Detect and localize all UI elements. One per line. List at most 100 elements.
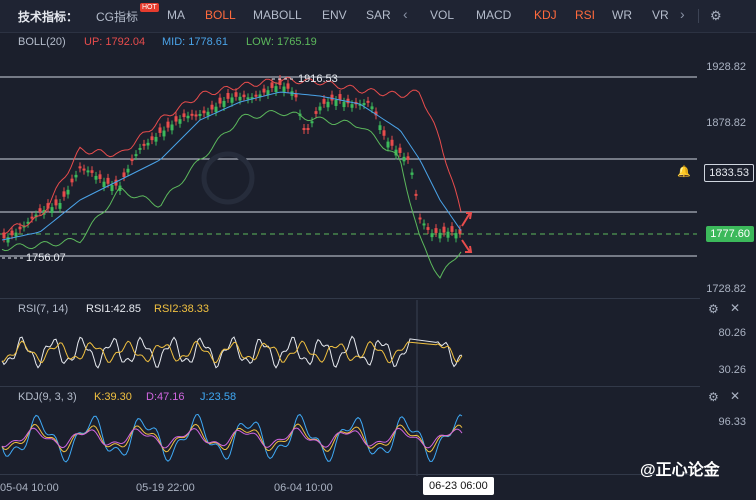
kdj-close-icon[interactable]: ✕ (730, 389, 740, 403)
candle (238, 96, 242, 101)
date-tick: 06-04 10:00 (274, 482, 333, 494)
candle (142, 143, 146, 146)
rsi2-value: RSI2:38.33 (154, 303, 210, 315)
candle (294, 93, 298, 98)
candle (422, 223, 426, 226)
candle (182, 113, 186, 118)
candle (266, 90, 270, 95)
panel-divider (0, 474, 700, 475)
candle (414, 193, 418, 196)
crosshair-date-label: 06-23 06:00 (423, 477, 494, 495)
candle (270, 82, 274, 88)
candle (154, 136, 158, 142)
boll-mid: MID: 1778.61 (162, 36, 229, 48)
candle (382, 130, 386, 136)
candle (342, 101, 346, 108)
candle (210, 104, 214, 110)
down-arrow-icon (461, 239, 473, 253)
rsi1-value: RSI1:42.85 (86, 303, 142, 315)
current-price-tag: 1777.60 (706, 226, 754, 242)
candle (334, 99, 338, 106)
candle (214, 106, 218, 113)
rsi-tick: 80.26 (718, 327, 746, 339)
candle (158, 127, 162, 133)
kdj-j-value: J:23.58 (200, 391, 237, 403)
candle (362, 103, 366, 106)
candle (262, 88, 266, 93)
price-tick: 1878.82 (706, 117, 746, 129)
candle (350, 104, 354, 108)
kdj-chart (1, 413, 463, 463)
candle (326, 101, 330, 108)
candle (78, 166, 82, 169)
candle (218, 97, 222, 104)
rsi-close-icon[interactable]: ✕ (730, 301, 740, 315)
candle (90, 170, 94, 173)
candle (54, 199, 58, 206)
candle (190, 113, 194, 116)
kdj-name: KDJ(9, 3, 3) (18, 391, 77, 403)
candle (286, 83, 290, 89)
candle (434, 228, 438, 233)
candle (50, 207, 54, 213)
candle (122, 172, 126, 178)
candle (442, 226, 446, 233)
boll-low: LOW: 1765.19 (246, 36, 317, 48)
candle (130, 158, 134, 162)
candle (138, 147, 142, 150)
rsi-name: RSI(7, 14) (18, 303, 69, 315)
watermark-text: @正心论金 (640, 462, 720, 479)
candle (110, 185, 114, 192)
candle (322, 99, 326, 104)
candle (454, 233, 458, 239)
rsi-settings-gear-icon[interactable]: ⚙ (708, 302, 719, 316)
candle (402, 156, 406, 162)
alert-bell-icon[interactable]: 🔔 (677, 165, 691, 178)
candle (418, 217, 422, 220)
candle (134, 154, 138, 157)
candle (318, 106, 322, 111)
kdj-settings-gear-icon[interactable]: ⚙ (708, 390, 719, 404)
candle (378, 125, 382, 131)
candle (370, 106, 374, 110)
candle (62, 191, 66, 197)
watermark-logo-icon (201, 151, 255, 205)
price-tick: 1728.82 (706, 283, 746, 295)
candle (398, 147, 402, 153)
candle (30, 216, 34, 219)
candle (254, 94, 258, 97)
candle (426, 227, 430, 230)
alert-price-tag[interactable]: 1833.53 (704, 164, 754, 182)
rsi-chart (1, 335, 463, 369)
chart-canvas (0, 75, 697, 476)
candle (230, 97, 234, 103)
candle (14, 232, 18, 237)
candle (98, 174, 102, 180)
kdj-d-value: D:47.16 (146, 391, 185, 403)
candle (338, 94, 342, 100)
candle (310, 121, 314, 124)
rsi1-line (1, 335, 463, 369)
candle (70, 178, 74, 183)
candle (102, 181, 106, 188)
candle (94, 175, 98, 180)
panel-divider (0, 298, 700, 299)
candle (282, 86, 286, 93)
candle (146, 142, 150, 146)
candle (446, 231, 450, 238)
candle (386, 141, 390, 148)
candle (206, 111, 210, 116)
candle (106, 177, 110, 184)
candle (330, 94, 334, 101)
candle (302, 128, 306, 131)
candle (10, 230, 14, 236)
candle (274, 86, 278, 93)
candle (178, 119, 182, 124)
boll-chart (1, 75, 462, 279)
candle (166, 121, 170, 128)
candle (162, 130, 166, 137)
candle (186, 115, 190, 119)
candle (198, 113, 202, 116)
candle (306, 128, 310, 131)
candle (74, 174, 78, 178)
